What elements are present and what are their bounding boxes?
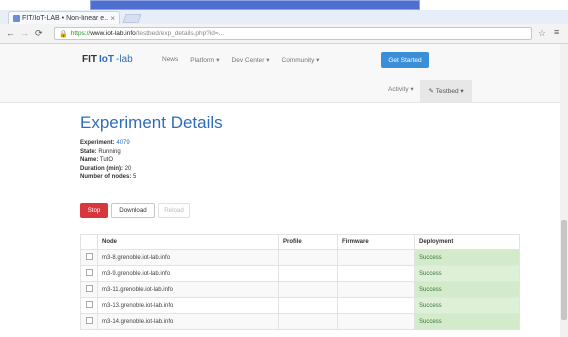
site-navbar: FIT IoT -lab News Platform ▾ Dev Center ▾… [0, 44, 568, 78]
header-profile[interactable]: Profile [278, 234, 338, 250]
row-checkbox[interactable] [85, 269, 93, 276]
favicon-icon [13, 14, 20, 22]
deployment-cell: Success [414, 249, 520, 266]
profile-cell [278, 313, 338, 330]
url-path: /testbed/exp_details.php?id=... [135, 30, 225, 37]
nav-news[interactable]: News [162, 56, 178, 64]
nav-community[interactable]: Community ▾ [282, 56, 320, 64]
deployment-cell: Success [414, 281, 520, 298]
table-row: m3-14.grenoble.iot-lab.info Success [80, 313, 520, 330]
tab-title: FIT/IoT-LAB • Non-linear e... [22, 14, 109, 22]
forward-icon[interactable]: → [20, 28, 29, 39]
firmware-cell [337, 249, 415, 266]
info-row-experiment: Experiment: 4079 [80, 140, 130, 146]
table-row: m3-11.grenoble.iot-lab.info Success [80, 281, 520, 298]
address-toolbar: ← → ⟳ 🔒 https:// www.iot-lab.info /testb… [0, 24, 568, 44]
firmware-cell [337, 265, 415, 282]
info-row-name: Name: TutO [80, 157, 114, 163]
experiment-id-link[interactable]: 4079 [116, 140, 129, 146]
stop-button[interactable]: Stop [80, 203, 108, 218]
firmware-cell [337, 281, 415, 298]
url-input[interactable]: 🔒 https:// www.iot-lab.info /testbed/exp… [54, 27, 532, 40]
deployment-cell: Success [414, 313, 520, 330]
reload-button[interactable]: Reload [158, 203, 190, 218]
deployment-cell: Success [414, 265, 520, 282]
nodes-table: Node Profile Firmware Deployment m3-8.gr… [80, 234, 520, 330]
action-buttons: Stop Download Reload [80, 203, 190, 218]
table-row: m3-13.grenoble.iot-lab.info Success [80, 297, 520, 314]
experiment-info: Experiment: 4079 State: Running Name: Tu… [80, 139, 136, 182]
row-checkbox[interactable] [85, 253, 93, 260]
node-cell: m3-9.grenoble.iot-lab.info [97, 265, 279, 282]
table-header-row: Node Profile Firmware Deployment [80, 234, 520, 250]
profile-cell [278, 281, 338, 298]
logo-iot: IoT [99, 54, 114, 65]
profile-cell [278, 265, 338, 282]
reload-icon[interactable]: ⟳ [35, 28, 43, 39]
row-checkbox[interactable] [85, 317, 93, 324]
table-row: m3-8.grenoble.iot-lab.info Success [80, 249, 520, 266]
tab-close-icon[interactable]: × [110, 14, 115, 23]
row-checkbox[interactable] [85, 301, 93, 308]
lock-icon: 🔒 [59, 30, 68, 38]
node-cell: m3-11.grenoble.iot-lab.info [97, 281, 279, 298]
profile-cell [278, 297, 338, 314]
row-checkbox[interactable] [85, 285, 93, 292]
logo-fit: FIT [82, 54, 97, 65]
page-scrollbar[interactable] [560, 44, 568, 337]
activity-menu[interactable]: Activity ▾ [388, 85, 414, 93]
site-logo[interactable]: FIT IoT -lab [82, 54, 133, 65]
nav-dev-center[interactable]: Dev Center ▾ [232, 56, 270, 64]
back-icon[interactable]: ← [6, 28, 15, 39]
header-node[interactable]: Node [97, 234, 279, 250]
url-host: www.iot-lab.info [90, 30, 136, 37]
overlay-bar [90, 0, 420, 10]
browser-tab[interactable]: FIT/IoT-LAB • Non-linear e... × [8, 11, 120, 24]
testbed-menu[interactable]: ✎ Testbed ▾ [420, 80, 472, 102]
testbed-label: Testbed ▾ [435, 88, 464, 95]
new-tab-button[interactable] [122, 14, 142, 23]
window-top-band [0, 0, 568, 10]
node-cell: m3-13.grenoble.iot-lab.info [97, 297, 279, 314]
wrench-icon: ✎ [428, 88, 434, 95]
header-deployment[interactable]: Deployment [414, 234, 520, 250]
firmware-cell [337, 297, 415, 314]
sub-navbar: Activity ▾ ✎ Testbed ▾ [0, 78, 568, 103]
browser-menu-icon[interactable]: ≡ [554, 27, 559, 37]
header-select [80, 234, 98, 250]
page-title: Experiment Details [80, 113, 223, 132]
profile-cell [278, 249, 338, 266]
table-row: m3-9.grenoble.iot-lab.info Success [80, 265, 520, 282]
node-cell: m3-14.grenoble.iot-lab.info [97, 313, 279, 330]
info-row-state: State: Running [80, 148, 121, 155]
info-row-duration: Duration (min): 20 [80, 165, 132, 172]
url-scheme: https:// [70, 30, 91, 37]
get-started-button[interactable]: Get Started [381, 52, 429, 68]
scrollbar-thumb[interactable] [561, 220, 567, 320]
logo-lab: -lab [116, 54, 133, 65]
download-button[interactable]: Download [111, 203, 155, 218]
node-cell: m3-8.grenoble.iot-lab.info [97, 249, 279, 266]
firmware-cell [337, 313, 415, 330]
deployment-cell: Success [414, 297, 520, 314]
main-nav: News Platform ▾ Dev Center ▾ Community ▾ [162, 56, 319, 64]
header-firmware[interactable]: Firmware [337, 234, 415, 250]
nav-platform[interactable]: Platform ▾ [190, 56, 219, 64]
bookmark-star-icon[interactable]: ☆ [538, 28, 546, 39]
browser-tab-strip: FIT/IoT-LAB • Non-linear e... × [0, 10, 568, 24]
info-row-nodes: Number of nodes: 5 [80, 174, 137, 180]
